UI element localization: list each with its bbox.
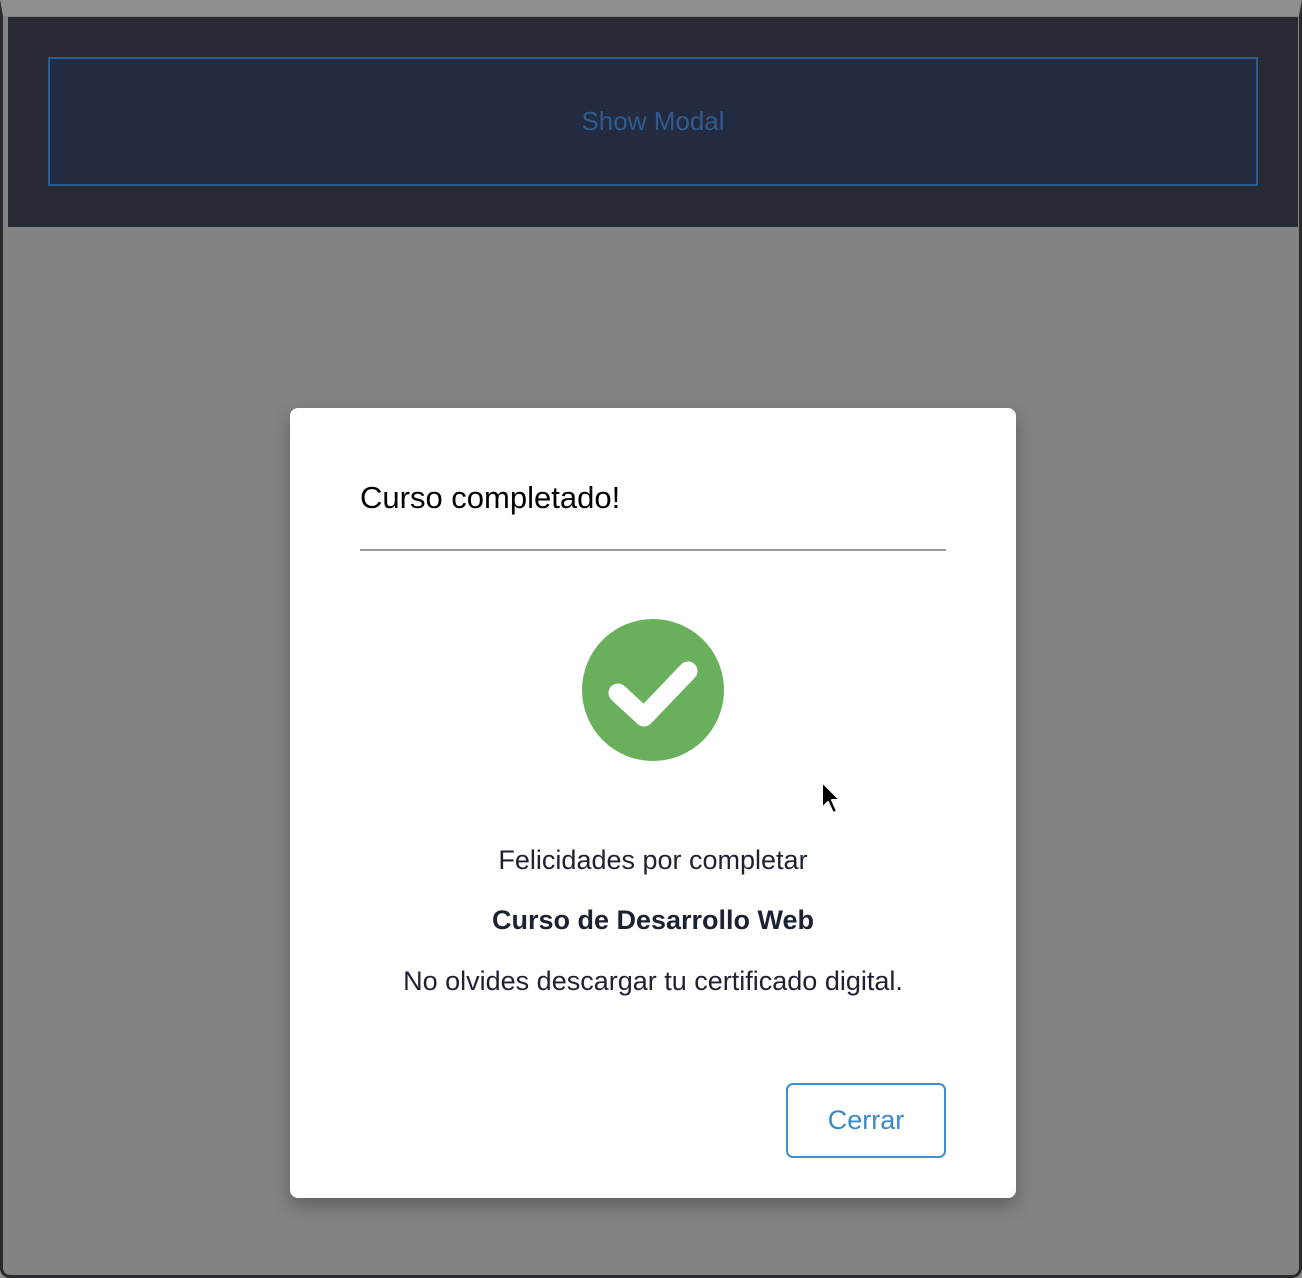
course-name: Curso de Desarrollo Web (491, 905, 815, 935)
modal-divider (360, 549, 946, 551)
modal-title: Curso completado! (360, 480, 621, 515)
close-button-label: Cerrar (827, 1105, 905, 1135)
show-modal-button[interactable]: Show Modal (48, 57, 1258, 186)
check-circle-icon (582, 619, 724, 761)
show-modal-label: Show Modal (581, 106, 725, 136)
close-button[interactable]: Cerrar (786, 1083, 946, 1158)
modal-dialog: Curso completado! Felicidades por comple… (290, 408, 1016, 1198)
certificate-reminder: No olvides descargar tu certificado digi… (403, 966, 903, 996)
mouse-cursor-icon (821, 781, 841, 814)
congrats-text: Felicidades por completar (498, 845, 808, 875)
